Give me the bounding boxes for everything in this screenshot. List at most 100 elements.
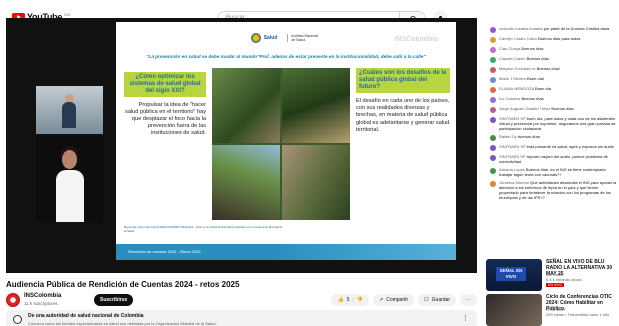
chat-message-body: Clau Charja Buenos días <box>499 46 544 53</box>
field-work-photos <box>212 68 350 220</box>
video-title: Audiencia Pública de Rendición de Cuenta… <box>6 280 240 289</box>
logo-country: CO <box>64 11 71 17</box>
photo-1 <box>212 68 280 143</box>
institution-logo: Instituto Nacional de Salud <box>287 33 321 43</box>
chat-avatar[interactable] <box>490 47 496 53</box>
chat-text: por parte de la Doctora Cristina daza <box>543 26 610 31</box>
chat-message-body: Liz Cuadros Buenos días <box>499 96 544 103</box>
right-text: El desafío en cada uno de los países, co… <box>356 97 450 134</box>
chat-message: Marie J Olivera Buen día! <box>490 76 619 83</box>
info-subtitle: Conozca cómo las fuentes especializadas … <box>28 321 217 326</box>
save-button[interactable]: ☐ Guardar <box>418 294 456 306</box>
chat-message-body: SINTRAEN SP buen día, para todos y cada … <box>499 116 619 131</box>
info-title: De una autoridad de salud nacional de Co… <box>28 313 144 319</box>
chat-avatar[interactable] <box>490 37 496 43</box>
chat-avatar[interactable] <box>490 181 496 187</box>
slide-right-column: ¿Cuáles son los desafíos de la salud púb… <box>356 68 450 135</box>
chat-text: Buenos días! <box>536 66 560 71</box>
chat-message-body: Rafael Gy buenos días <box>499 134 540 141</box>
left-text: Propulsar la idea de "hacer salud públic… <box>125 101 206 137</box>
chat-message: Carolyn Castro Calvo Buenos días para to… <box>490 36 619 43</box>
chat-text: Buenos días <box>521 96 544 101</box>
video-actions: 👍 5 | 👎 ↗ Compartir ☐ Guardar ··· <box>331 294 477 306</box>
recommended-video-1[interactable]: SEÑAL EN VIVO SEÑAL EN VIVO DE BLU RADIO… <box>486 259 619 293</box>
subscribe-button[interactable]: Suscribirse <box>94 294 134 306</box>
recommended-video-2[interactable]: Ciclo de Conferencias OTIC 2024: Cómo Ha… <box>486 294 619 326</box>
youtube-watch-page: YouTube CO Buscar Salud In <box>0 0 619 326</box>
chat-avatar[interactable] <box>490 107 496 113</box>
chat-avatar[interactable] <box>490 168 496 174</box>
chat-message: Liz Cuadros Buenos días <box>490 96 619 103</box>
chat-author[interactable]: Jorge Augusto Giraldo Téllez <box>499 106 550 111</box>
thumbnail-label: SEÑAL EN VIVO <box>496 267 526 281</box>
chat-message-body: Carolyn Castro Calvo Buenos días para to… <box>499 36 580 43</box>
slide-footer-bar <box>276 244 456 260</box>
chat-author[interactable]: ELIANA MENDOZA <box>499 86 534 91</box>
health-info-panel[interactable]: De una autoridad de salud nacional de Co… <box>6 310 477 326</box>
speaker-inset-video <box>36 86 103 134</box>
sign-language-interpreter-video <box>36 136 103 222</box>
chat-avatar[interactable] <box>490 57 496 63</box>
chat-message: SINTRAEN SP esta presente mi salud, ayes… <box>490 144 619 151</box>
chat-author[interactable]: SINTRAEN SP <box>499 144 526 149</box>
chat-text: buenos días <box>517 134 540 139</box>
chat-message-body: ELIANA MENDOZA Buen día <box>499 86 551 93</box>
thumbs-down-icon[interactable]: 👎 <box>357 297 363 303</box>
chat-avatar[interactable] <box>490 117 496 123</box>
chat-text: Buen día! <box>527 76 545 81</box>
ministry-logo: Salud <box>250 33 278 43</box>
speaker-body <box>62 102 76 128</box>
channel-row: INSColombia 11 k suscriptores Suscribirs… <box>6 292 477 308</box>
chat-text: Buenos días para todos <box>538 36 581 41</box>
chat-avatar[interactable] <box>490 97 496 103</box>
chat-avatar[interactable] <box>490 155 496 161</box>
chat-message: ELIANA MENDOZA Buen día <box>490 86 619 93</box>
chat-message: Claudia Castro Buenos días <box>490 56 619 63</box>
chat-avatar[interactable] <box>490 67 496 73</box>
channel-avatar[interactable] <box>6 293 20 307</box>
thumbs-up-icon: 👍 <box>337 297 344 303</box>
chat-author[interactable]: Clau Charja <box>499 46 520 51</box>
chat-author[interactable]: Liz Cuadros <box>499 96 520 101</box>
video-player[interactable]: Salud Instituto Nacional de Salud INSCol… <box>6 18 477 273</box>
chat-message: Johanna Moreno Que actividades desarroll… <box>490 180 619 200</box>
slide-reference: Recuerde: https://doi.org/10.33610/01229… <box>124 225 283 233</box>
live-chat: custodio rosalea bohada por parte de la … <box>490 26 619 255</box>
chat-author[interactable]: custodio rosalea bohada <box>499 26 543 31</box>
chat-author[interactable]: Marie J Olivera <box>499 76 526 81</box>
chat-text: Buenos días <box>526 56 549 61</box>
chat-message: SINTRAEN SP reporto mejoró del audio. pa… <box>490 154 619 164</box>
interpreter-body <box>56 170 84 222</box>
share-button[interactable]: ↗ Compartir <box>373 294 415 306</box>
divider: | <box>352 297 354 303</box>
more-actions-button[interactable]: ··· <box>460 294 477 306</box>
slide-footer: Rendición de cuentas 2024 - Retos 2025 <box>116 244 276 260</box>
chat-author[interactable]: Carolyn Castro Calvo <box>499 36 537 41</box>
org-name: Salud <box>263 35 278 41</box>
chat-avatar[interactable] <box>490 145 496 151</box>
chat-message-body: Marie J Olivera Buen día! <box>499 76 544 83</box>
like-button[interactable]: 👍 5 | 👎 <box>331 294 370 306</box>
chat-avatar[interactable] <box>490 77 496 83</box>
recommended-thumbnail-2 <box>486 294 542 326</box>
chat-avatar[interactable] <box>490 135 496 141</box>
chat-message: custodio rosalea bohada por parte de la … <box>490 26 619 33</box>
chat-message: Marysol González m Buenos días! <box>490 66 619 73</box>
recommended-thumbnail-1: SEÑAL EN VIVO <box>486 259 542 291</box>
photo-4 <box>282 145 350 220</box>
chat-message-body: Johanna Moreno Que actividades desarroll… <box>499 180 619 200</box>
chat-avatar[interactable] <box>490 87 496 93</box>
channel-name[interactable]: INSColombia <box>24 293 61 299</box>
chat-message: SINTRAEN SP buen día, para todos y cada … <box>490 116 619 131</box>
chat-avatar[interactable] <box>490 27 496 33</box>
chat-author[interactable]: Marysol González m <box>499 66 535 71</box>
coat-of-arms-icon <box>250 33 261 43</box>
live-badge: EN VIVO <box>546 283 565 287</box>
subscriber-count: 11 k suscriptores <box>24 301 58 306</box>
chat-author[interactable]: Claudia Castro <box>499 56 525 61</box>
chat-text: Buen día <box>535 86 552 91</box>
chat-message-body: Marysol González m Buenos días! <box>499 66 560 73</box>
more-vert-icon[interactable]: ⋮ <box>462 314 469 322</box>
chat-author[interactable]: Rafael Gy <box>499 134 517 139</box>
share-icon: ↗ <box>379 297 384 303</box>
